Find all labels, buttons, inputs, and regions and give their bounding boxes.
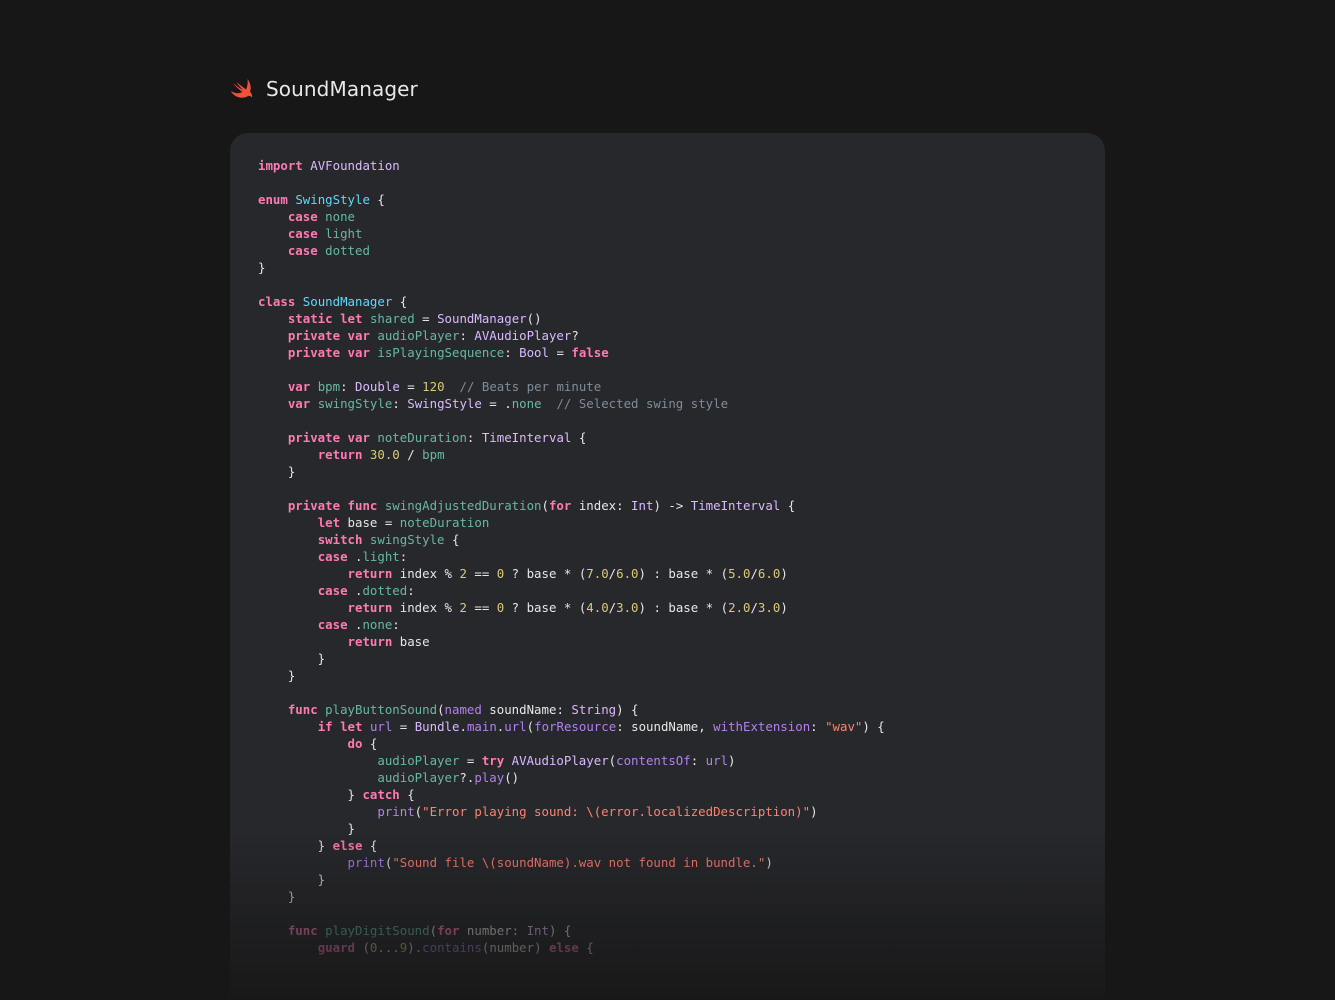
code-line: ​ bbox=[258, 412, 885, 429]
code-line: ​ bbox=[258, 361, 885, 378]
header: SoundManager bbox=[230, 76, 418, 101]
code-line: private var noteDuration: TimeInterval { bbox=[287, 430, 587, 445]
code-line: import AVFoundation bbox=[258, 158, 400, 173]
code-line: return 30.0 / bpm bbox=[317, 447, 445, 462]
code-line: } bbox=[258, 668, 296, 683]
code-line: } bbox=[258, 260, 266, 275]
code-line: audioPlayer?.play() bbox=[377, 770, 520, 785]
code-line: enum SwingStyle { bbox=[258, 192, 385, 207]
code-line: } bbox=[258, 821, 355, 836]
code-line: case .light: bbox=[317, 549, 408, 564]
code-line: if let url = Bundle.main.url(forResource… bbox=[317, 719, 885, 734]
code-line: ​ bbox=[258, 174, 885, 191]
code-line: return index % 2 == 0 ? base * (7.0/6.0)… bbox=[347, 566, 788, 581]
code-line: return index % 2 == 0 ? base * (4.0/3.0)… bbox=[347, 600, 788, 615]
code-line: class SoundManager { bbox=[258, 294, 408, 309]
code-line: do { bbox=[347, 736, 378, 751]
code-line: case dotted bbox=[287, 243, 370, 258]
code-card: import AVFoundation​enum SwingStyle { ca… bbox=[230, 133, 1105, 1000]
swift-logo-icon bbox=[231, 79, 253, 98]
code-line: case .dotted: bbox=[317, 583, 415, 598]
code-line: } bbox=[258, 889, 296, 904]
code-line: static let shared = SoundManager() bbox=[287, 311, 542, 326]
code-line: } catch { bbox=[258, 787, 415, 802]
code-line: } else { bbox=[258, 838, 378, 853]
page-title: SoundManager bbox=[266, 76, 418, 101]
code-line: func playButtonSound(named soundName: St… bbox=[287, 702, 639, 717]
code-line: ​ bbox=[258, 276, 885, 293]
code-line: case .none: bbox=[317, 617, 400, 632]
code-line: print("Error playing sound: \(error.loca… bbox=[377, 804, 818, 819]
code-line: private var audioPlayer: AVAudioPlayer? bbox=[287, 328, 579, 343]
code-line: case light bbox=[287, 226, 363, 241]
code-line: ​ bbox=[258, 480, 885, 497]
code-line: private func swingAdjustedDuration(for i… bbox=[287, 498, 796, 513]
code-line: guard (0...9).contains(number) else { bbox=[317, 940, 594, 955]
code-line: ​ bbox=[258, 684, 885, 701]
code-line: ​ bbox=[258, 905, 885, 922]
code-line: private var isPlayingSequence: Bool = fa… bbox=[287, 345, 609, 360]
code-line: var swingStyle: SwingStyle = .none // Se… bbox=[287, 396, 729, 411]
code-line: case none bbox=[287, 209, 355, 224]
code-line: print("Sound file \(soundName).wav not f… bbox=[347, 855, 773, 870]
code-line: } bbox=[258, 651, 326, 666]
code-line: audioPlayer = try AVAudioPlayer(contents… bbox=[377, 753, 736, 768]
code-line: } bbox=[258, 872, 326, 887]
code-line: func playDigitSound(for number: Int) { bbox=[287, 923, 572, 938]
code-line: var bpm: Double = 120 // Beats per minut… bbox=[287, 379, 602, 394]
code-line: return base bbox=[347, 634, 430, 649]
code-line: switch swingStyle { bbox=[317, 532, 460, 547]
code-line: let base = noteDuration bbox=[317, 515, 490, 530]
code-block: import AVFoundation​enum SwingStyle { ca… bbox=[258, 157, 885, 956]
code-line: } bbox=[258, 464, 296, 479]
